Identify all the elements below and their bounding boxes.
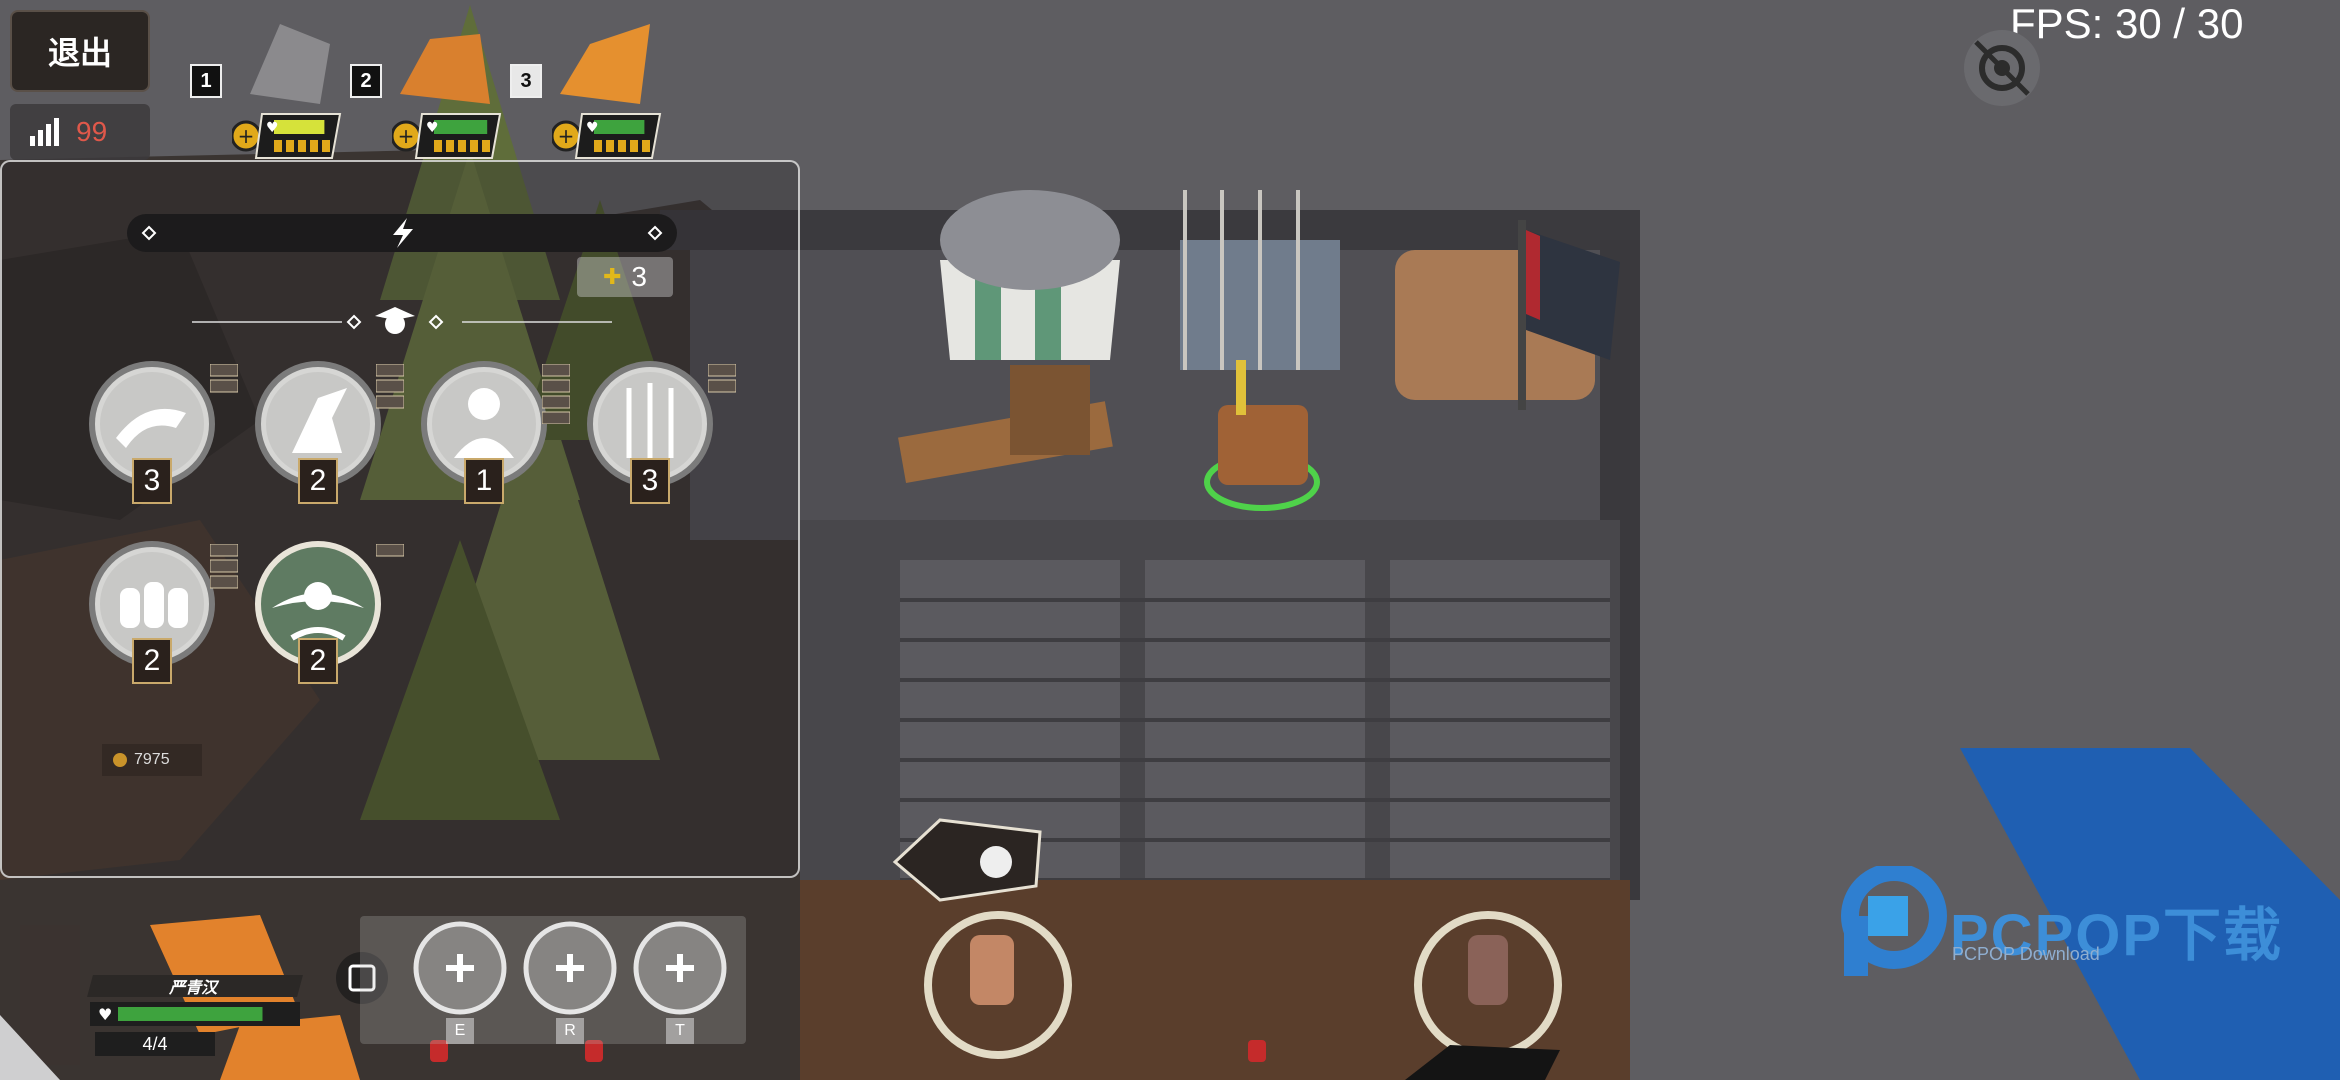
exit-button[interactable]: 退出 [10, 10, 150, 92]
watermark-logo-icon [1841, 866, 1947, 976]
skill-count: 2 [298, 638, 338, 684]
hero-slot-number: 2 [350, 64, 382, 98]
skill-swordsman[interactable]: 2 [252, 358, 404, 504]
skill-spearman[interactable]: 1 [418, 358, 570, 504]
hero-status-bars: + ♥ [552, 113, 662, 159]
skill-level-bars [542, 364, 570, 424]
svg-text:+: + [398, 124, 415, 148]
svg-text:+: + [238, 124, 255, 148]
add-ability-icon [413, 921, 507, 1015]
svg-text:♥: ♥ [266, 120, 279, 136]
ability-hotkey: E [446, 1018, 474, 1044]
hero-portrait [250, 24, 330, 104]
ability-slot-r[interactable]: R [522, 920, 618, 1044]
skill-level-bars [708, 364, 736, 393]
svg-text:♥: ♥ [586, 120, 599, 136]
skill-count: 1 [464, 458, 504, 504]
ability-hotkey: T [666, 1018, 694, 1044]
hero-slot-2[interactable]: 2 + ♥ [350, 14, 502, 164]
skill-count: 3 [630, 458, 670, 504]
add-ability-icon [523, 921, 617, 1015]
svg-text:+: + [558, 124, 575, 148]
skill-count: 2 [132, 638, 172, 684]
skill-level-bars [376, 364, 404, 409]
lightning-icon [393, 218, 413, 248]
hero-status-bars: + ♥ [392, 113, 502, 159]
hero-slot-number: 1 [190, 64, 222, 98]
hero-slot-3[interactable]: 3 + ♥ [510, 14, 662, 164]
add-ability-icon [633, 921, 727, 1015]
hero-slot-1[interactable]: 1 + ♥ [190, 14, 342, 164]
ability-slot-e[interactable]: E [412, 920, 508, 1044]
coin-amount: 7975 [134, 751, 170, 768]
player-name: 严青汉 [87, 975, 303, 997]
signal-icon [30, 118, 59, 146]
player-ammo: 4/4 [95, 1032, 215, 1056]
player-health-bar: ♥ [90, 1002, 300, 1026]
hero-health-bar [274, 120, 325, 134]
player-health-fill [118, 1007, 263, 1021]
skill-spear-squad[interactable]: 3 [584, 358, 736, 504]
cost-value: 3 [631, 261, 647, 292]
skill-count: 3 [132, 458, 172, 504]
energy-bar [127, 214, 677, 252]
skill-level-bars [210, 544, 238, 589]
skill-whirlwind[interactable]: 2 [252, 538, 404, 684]
skill-level-bars [376, 544, 404, 557]
ping-value: 99 [76, 116, 108, 147]
skill-shield-squad[interactable]: 2 [86, 538, 238, 684]
ability-hotkey: R [556, 1018, 584, 1044]
coin-balance: 7975 [102, 744, 202, 776]
cost-tag: ✚ 3 [577, 257, 673, 297]
hero-health-bar [594, 120, 645, 134]
skill-level-bars [210, 364, 238, 393]
svg-text:♥: ♥ [426, 120, 439, 136]
tent [940, 190, 1120, 360]
hero-health-bar [434, 120, 488, 134]
skill-archer-sweep[interactable]: 3 [86, 358, 238, 504]
hero-portrait [560, 24, 650, 104]
section-divider [192, 307, 612, 334]
network-status: 99 [10, 104, 150, 160]
coin-icon [113, 753, 127, 767]
hero-status-bars: + ♥ [232, 113, 342, 159]
hero-portrait [400, 34, 490, 104]
fps-counter: FPS: 30 / 30 [2010, 0, 2244, 47]
skill-panel: ✚ 3 3 2 1 3 2 2 7975 [0, 160, 800, 878]
hero-slot-number: 3 [510, 64, 542, 98]
ability-slot-t[interactable]: T [632, 920, 728, 1044]
settings-button[interactable] [1962, 28, 2042, 108]
plus-gold-icon: ✚ [602, 264, 622, 289]
watermark-subtext: PCPOP Download [1952, 944, 2100, 964]
svg-text:♥: ♥ [98, 1005, 112, 1024]
skill-count: 2 [298, 458, 338, 504]
